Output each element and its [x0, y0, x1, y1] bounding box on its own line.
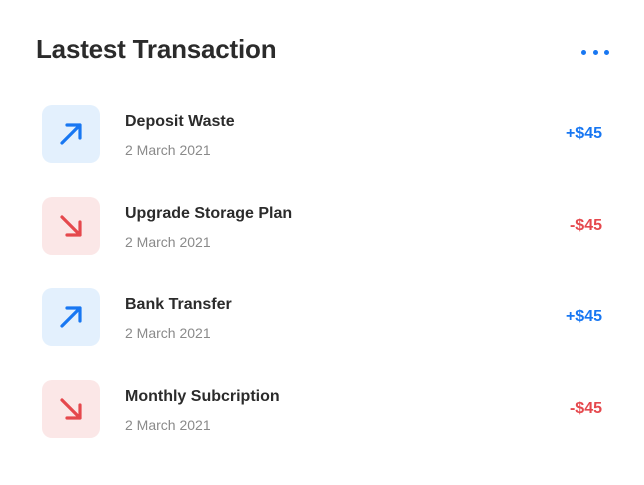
arrow-down-right-icon — [42, 197, 100, 255]
transaction-name: Bank Transfer — [125, 296, 232, 313]
dot — [604, 49, 609, 55]
transaction-date: 2 March 2021 — [125, 142, 211, 158]
transaction-date: 2 March 2021 — [125, 234, 211, 250]
transaction-name: Deposit Waste — [125, 113, 235, 130]
dot — [581, 49, 586, 55]
card-title: Lastest Transaction — [36, 34, 277, 64]
transaction-amount: -$45 — [569, 400, 602, 417]
transaction-date: 2 March 2021 — [125, 417, 211, 433]
arrow-up-right-icon — [42, 288, 100, 346]
transaction-name: Monthly Subcription — [125, 388, 280, 405]
transaction-date: 2 March 2021 — [125, 325, 211, 341]
transaction-row[interactable]: Upgrade Storage Plan 2 March 2021 -$45 — [0, 197, 644, 257]
transaction-amount: -$45 — [569, 217, 602, 234]
arrow-down-right-icon — [42, 380, 100, 438]
transaction-row[interactable]: Deposit Waste 2 March 2021 +$45 — [0, 105, 644, 165]
transaction-amount: +$45 — [565, 308, 602, 325]
more-options-icon[interactable] — [581, 44, 609, 60]
transaction-amount: +$45 — [565, 125, 602, 142]
transaction-row[interactable]: Bank Transfer 2 March 2021 +$45 — [0, 288, 644, 348]
transaction-card: Lastest Transaction Deposit Waste 2 Marc… — [0, 0, 644, 485]
dot — [592, 49, 598, 55]
transaction-row[interactable]: Monthly Subcription 2 March 2021 -$45 — [0, 380, 644, 440]
arrow-up-right-icon — [42, 105, 100, 163]
transaction-name: Upgrade Storage Plan — [125, 205, 293, 222]
